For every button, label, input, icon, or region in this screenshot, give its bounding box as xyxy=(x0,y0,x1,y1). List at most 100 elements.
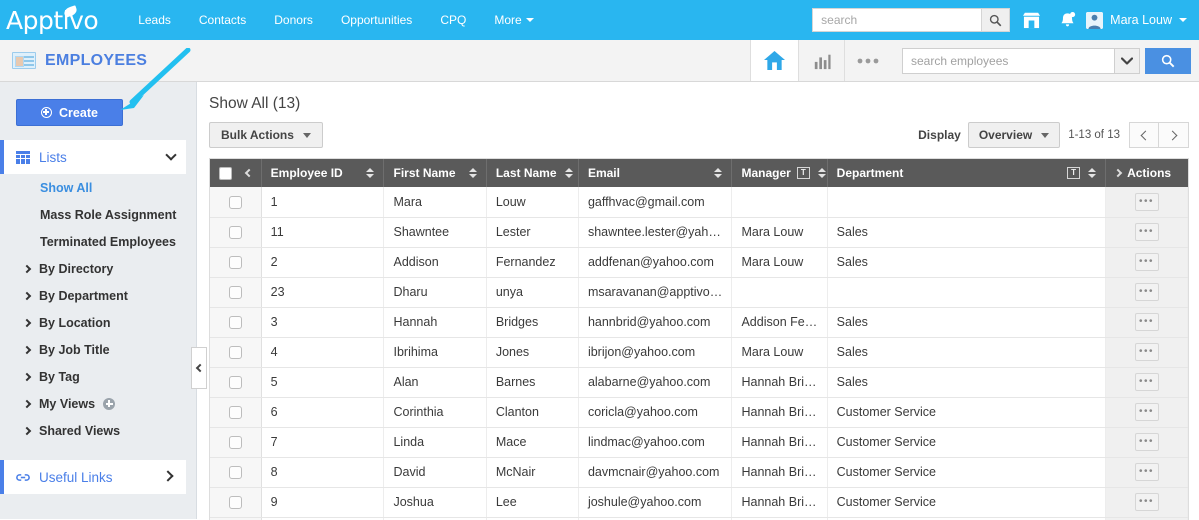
sidebar-group-by-department[interactable]: By Department xyxy=(0,282,196,309)
row-select-cell[interactable] xyxy=(210,307,262,338)
global-search-input[interactable] xyxy=(813,9,982,31)
row-select-cell[interactable] xyxy=(210,217,262,248)
table-row[interactable]: 3 Hannah Bridges hannbrid@yahoo.com Addison … xyxy=(210,307,1188,338)
sort-icon[interactable] xyxy=(366,168,375,178)
column-header-last-name[interactable]: Last Name xyxy=(486,159,579,187)
bulk-actions-button[interactable]: Bulk Actions xyxy=(209,122,323,148)
user-menu[interactable]: Mara Louw xyxy=(1086,11,1189,29)
row-select-cell[interactable] xyxy=(210,187,262,218)
table-row[interactable]: 4 Ibrihima Jones ibrijon@yahoo.com Mara Louw… xyxy=(210,337,1188,368)
column-header-email[interactable]: Email xyxy=(578,159,733,187)
cell-actions[interactable]: ••• xyxy=(1105,397,1188,428)
sort-icon[interactable] xyxy=(1088,168,1097,178)
nav-item-donors[interactable]: Donors xyxy=(260,0,327,40)
cell-actions[interactable]: ••• xyxy=(1105,277,1188,308)
nav-item-opportunities[interactable]: Opportunities xyxy=(327,0,426,40)
column-header-employee-id[interactable]: Employee ID xyxy=(261,159,385,187)
nav-item-contacts[interactable]: Contacts xyxy=(185,0,260,40)
table-row[interactable]: 8 David McNair davmcnair@yahoo.com Hannah Br… xyxy=(210,457,1188,488)
search-employees-input[interactable] xyxy=(902,47,1114,74)
select-all-checkbox[interactable] xyxy=(219,166,232,180)
more-options-button[interactable] xyxy=(844,40,890,81)
column-header-actions[interactable]: Actions xyxy=(1105,159,1188,187)
cell-actions[interactable]: ••• xyxy=(1105,367,1188,398)
global-search-button[interactable] xyxy=(981,9,1010,31)
table-row[interactable]: 7 Linda Mace lindmac@yahoo.com Hannah Bridge… xyxy=(210,427,1188,458)
row-actions-ellipsis-icon[interactable]: ••• xyxy=(1134,373,1159,391)
row-checkbox[interactable] xyxy=(228,286,242,300)
cell-actions[interactable]: ••• xyxy=(1105,337,1188,368)
sidebar-item-terminated-employees[interactable]: Terminated Employees xyxy=(0,228,196,255)
filter-icon[interactable]: T xyxy=(1067,167,1081,179)
sort-icon[interactable] xyxy=(564,168,573,178)
store-icon-button[interactable] xyxy=(1016,0,1046,40)
sort-icon[interactable] xyxy=(468,168,477,178)
reports-button[interactable] xyxy=(798,40,844,81)
create-button[interactable]: Create xyxy=(16,99,123,126)
chevron-right-icon[interactable] xyxy=(1113,168,1123,178)
row-select-cell[interactable] xyxy=(210,247,262,278)
cell-actions[interactable]: ••• xyxy=(1105,427,1188,458)
row-actions-ellipsis-icon[interactable]: ••• xyxy=(1134,463,1159,481)
sidebar-group-by-location[interactable]: By Location xyxy=(0,309,196,336)
row-actions-ellipsis-icon[interactable]: ••• xyxy=(1134,403,1159,421)
row-checkbox[interactable] xyxy=(228,316,242,330)
cell-actions[interactable]: ••• xyxy=(1105,247,1188,278)
sidebar-group-my-views[interactable]: My Views xyxy=(0,390,196,417)
table-row[interactable]: 6 Corinthia Clanton coricla@yahoo.com Hannah… xyxy=(210,397,1188,428)
sort-icon[interactable] xyxy=(714,168,723,178)
table-row[interactable]: 9 Joshua Lee joshule@yahoo.com Hannah Bridge… xyxy=(210,487,1188,518)
apptivo-logo[interactable]: Apptivo xyxy=(6,4,102,35)
sidebar-group-by-job-title[interactable]: By Job Title xyxy=(0,336,196,363)
table-row[interactable]: 23 Dharu unya msaravanan@apptivo.co.in ••• xyxy=(210,277,1188,308)
add-view-icon[interactable] xyxy=(103,397,116,410)
sidebar-item-mass-role-assignment[interactable]: Mass Role Assignment xyxy=(0,201,196,228)
row-select-cell[interactable] xyxy=(210,427,262,458)
cell-actions[interactable]: ••• xyxy=(1105,487,1188,518)
column-header-manager[interactable]: Manager T xyxy=(731,159,828,187)
row-actions-ellipsis-icon[interactable]: ••• xyxy=(1134,433,1159,451)
row-checkbox[interactable] xyxy=(228,436,242,450)
table-row[interactable]: 11ShawnteeLestershawntee.lester@yahoo.co… xyxy=(210,217,1188,248)
cell-actions[interactable]: ••• xyxy=(1105,307,1188,338)
row-actions-ellipsis-icon[interactable]: ••• xyxy=(1134,253,1159,271)
row-checkbox[interactable] xyxy=(228,226,242,240)
sidebar-item-show-all[interactable]: Show All xyxy=(0,174,196,201)
row-actions-ellipsis-icon[interactable]: ••• xyxy=(1134,192,1159,211)
nav-item-more[interactable]: More xyxy=(480,0,547,40)
column-header-first-name[interactable]: First Name xyxy=(383,159,487,187)
row-select-cell[interactable] xyxy=(210,457,262,488)
row-actions-ellipsis-icon[interactable]: ••• xyxy=(1134,313,1159,331)
next-page-button[interactable] xyxy=(1159,122,1189,148)
row-actions-ellipsis-icon[interactable]: ••• xyxy=(1134,283,1159,301)
sidebar-section-lists[interactable]: Lists xyxy=(0,140,186,174)
row-checkbox[interactable] xyxy=(228,195,242,209)
table-row[interactable]: 2 Addison Fernandez addfenan@yahoo.com Mara … xyxy=(210,247,1188,278)
row-select-cell[interactable] xyxy=(210,367,262,398)
row-checkbox[interactable] xyxy=(228,496,242,510)
filter-icon[interactable]: T xyxy=(796,167,810,179)
table-row[interactable]: 5 Alan Barnes alabarne@yahoo.com Hannah Brid… xyxy=(210,367,1188,398)
search-employees-button[interactable] xyxy=(1145,47,1191,74)
row-actions-ellipsis-icon[interactable]: ••• xyxy=(1134,223,1159,241)
home-button[interactable] xyxy=(750,40,798,81)
sidebar-collapse-handle[interactable] xyxy=(191,347,207,389)
row-checkbox[interactable] xyxy=(228,406,242,420)
sidebar-section-useful-links[interactable]: Useful Links xyxy=(0,460,186,494)
row-select-cell[interactable] xyxy=(210,277,262,308)
table-row[interactable]: 1 Mara Louw gaffhvac@gmail.com ••• xyxy=(210,187,1188,218)
display-mode-select[interactable]: Overview xyxy=(967,122,1061,148)
search-dropdown-toggle[interactable] xyxy=(1114,47,1140,74)
sidebar-group-by-directory[interactable]: By Directory xyxy=(0,255,196,282)
row-checkbox[interactable] xyxy=(228,376,242,390)
column-header-select-all[interactable] xyxy=(210,159,262,187)
row-checkbox[interactable] xyxy=(228,256,242,270)
sort-icon[interactable] xyxy=(817,168,826,178)
sidebar-group-by-tag[interactable]: By Tag xyxy=(0,363,196,390)
chevron-left-icon[interactable] xyxy=(244,168,253,178)
row-checkbox[interactable] xyxy=(228,346,242,360)
nav-item-leads[interactable]: Leads xyxy=(124,0,185,40)
cell-actions[interactable]: ••• xyxy=(1105,457,1188,488)
row-checkbox[interactable] xyxy=(228,466,242,480)
cell-actions[interactable]: ••• xyxy=(1105,217,1188,248)
